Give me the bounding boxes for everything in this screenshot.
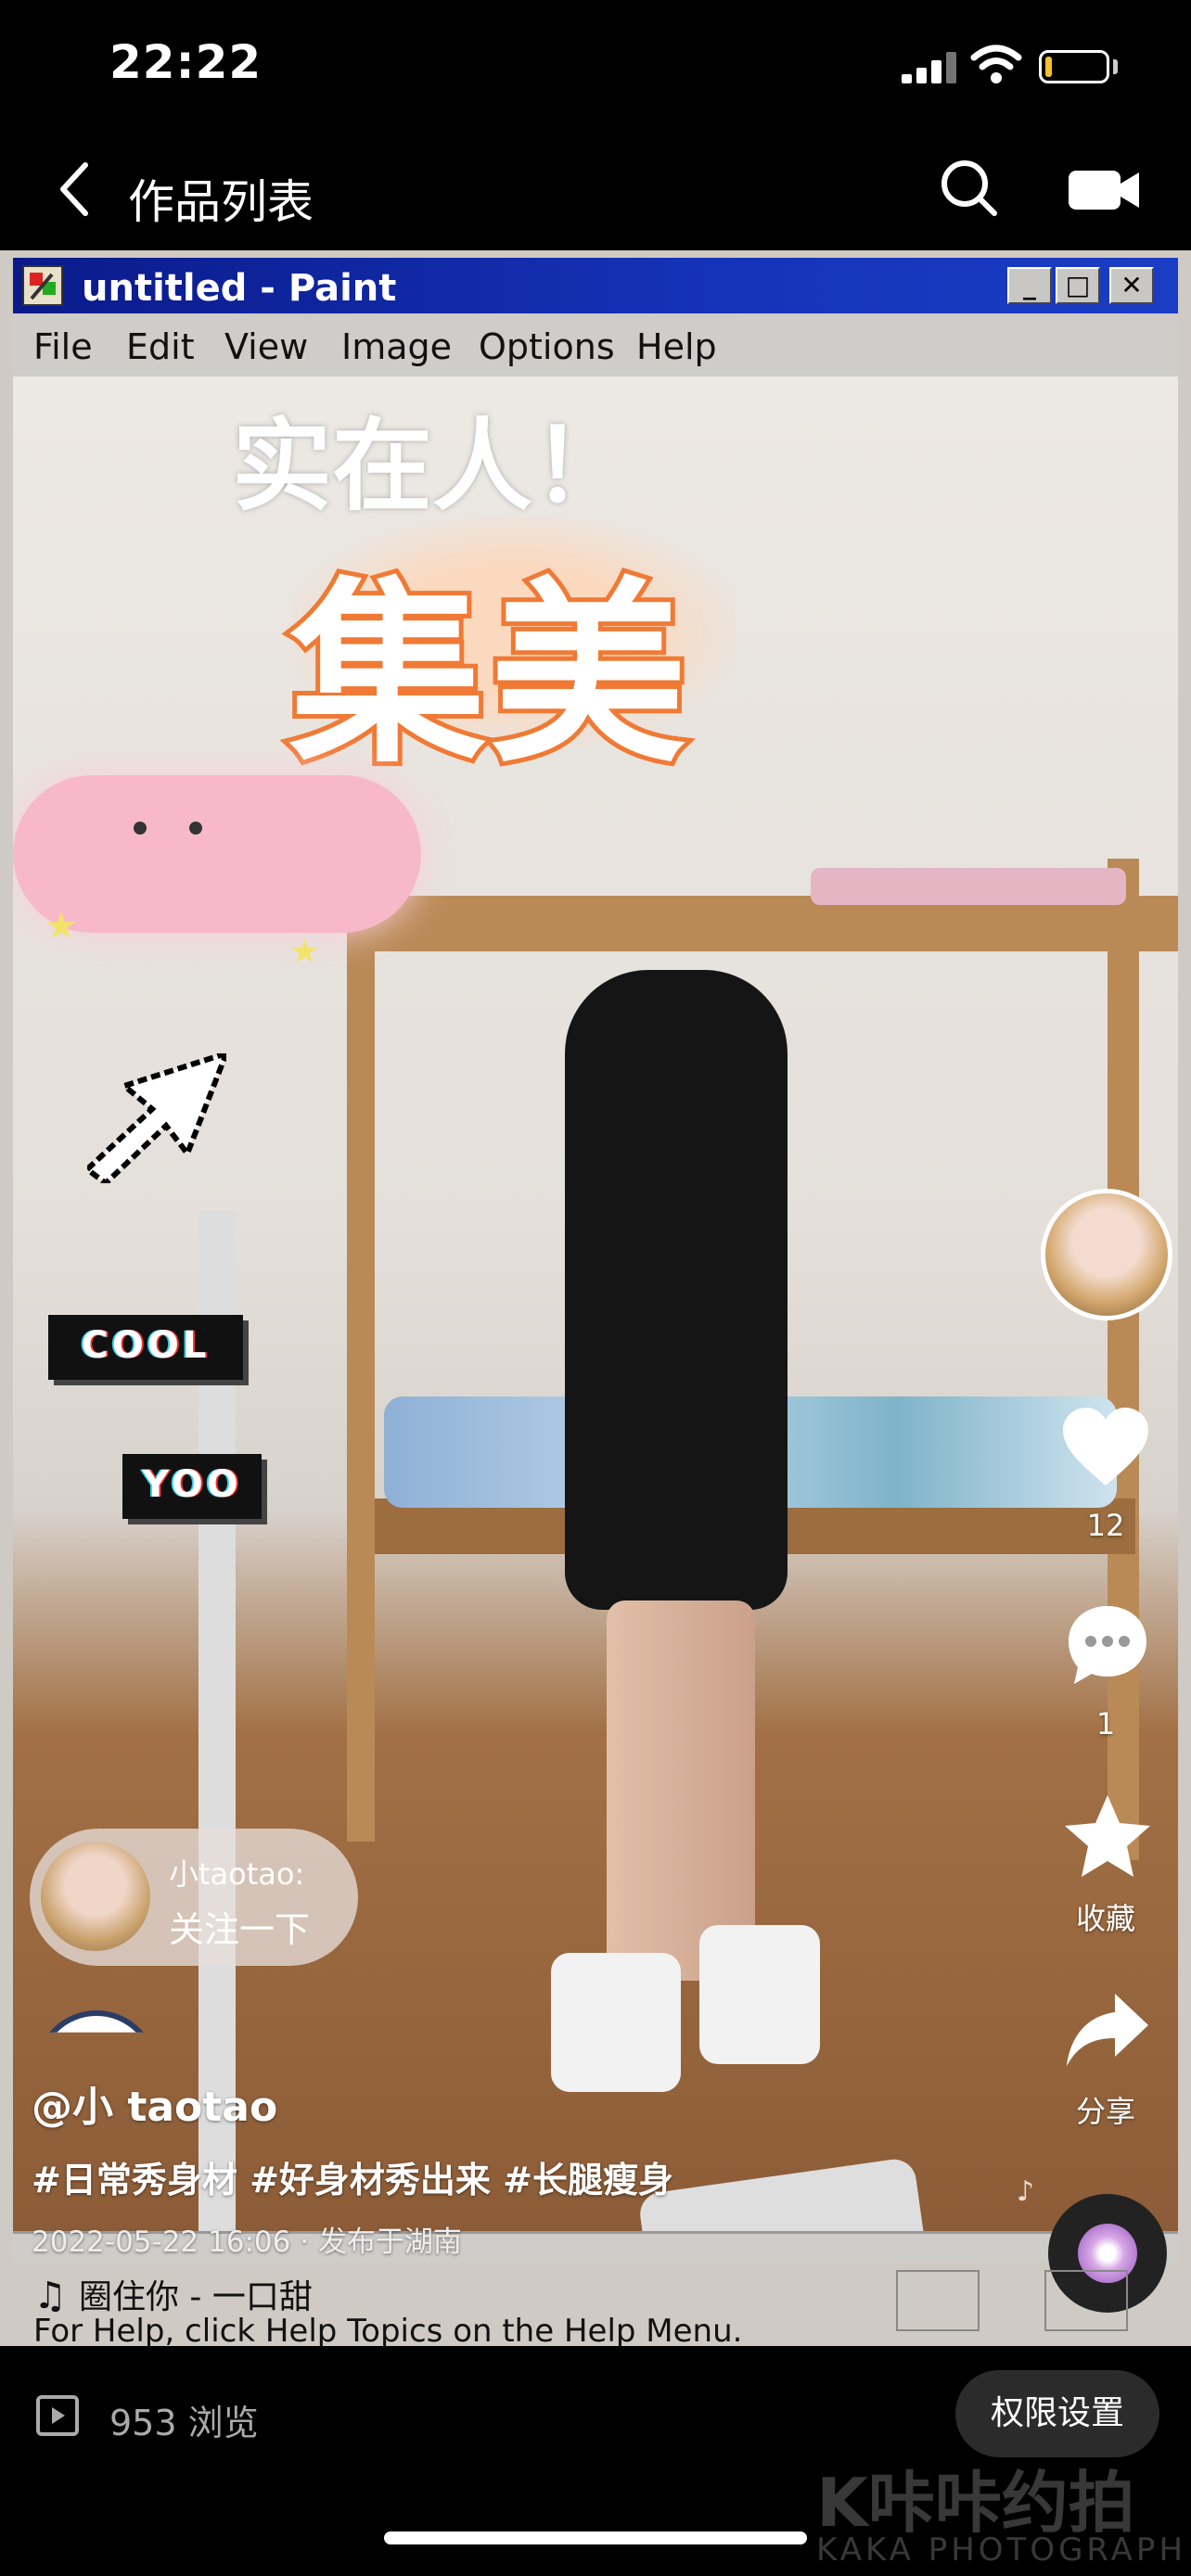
menu-view: View (224, 326, 309, 367)
video-player[interactable]: untitled - Paint _ □ ✕ File Edit View Im… (0, 250, 1191, 2346)
search-icon (941, 160, 997, 216)
paint-status-panel (896, 2270, 980, 2331)
cursor-arrow-sticker (83, 1049, 232, 1187)
comment-text: 关注一下 (169, 1909, 311, 1950)
cool-sticker: COOL (48, 1315, 243, 1380)
paint-title-bar: untitled - Paint _ □ ✕ (13, 258, 1178, 313)
minimize-icon: _ (1007, 267, 1052, 304)
camera-button[interactable] (1069, 167, 1139, 217)
cool-sticker-text: COOL (81, 1324, 211, 1367)
comment-bubble[interactable]: 小taotao: 关注一下 (30, 1829, 358, 1966)
camera-icon (1069, 171, 1139, 210)
menu-file: File (33, 326, 93, 367)
close-icon: ✕ (1109, 267, 1154, 304)
star-sticker: ★ (289, 933, 320, 971)
comment-count: 1 (1095, 1706, 1116, 1741)
menu-image: Image (341, 326, 453, 367)
battery-icon (1039, 50, 1109, 83)
watermark-subtext: KAKA PHOTOGRAPH (816, 2531, 1187, 2569)
music-note-icon: ♪ (1017, 2175, 1035, 2208)
star-icon (1065, 1795, 1150, 1877)
paint-status-panel (1044, 2270, 1128, 2331)
video-scene: 实在人！ 集美 ★ ★ COOL YOO 小taotao: 关注一下 (13, 376, 1178, 2263)
person-figure (565, 970, 788, 1610)
favorite-button[interactable] (1063, 1793, 1152, 1882)
paint-app-icon (22, 265, 63, 306)
post-hashtags[interactable]: #日常秀身材 #好身材秀出来 #长腿瘦身 (32, 2151, 673, 2202)
paint-status-hint: For Help, click Help Topics on the Help … (33, 2313, 743, 2346)
back-button[interactable] (56, 159, 102, 221)
comment-username: 小taotao: (169, 1856, 305, 1892)
heart-icon (1063, 1408, 1148, 1486)
menu-help: Help (636, 326, 717, 367)
sticker-headline: 集美 (285, 555, 691, 794)
battery-tip (1113, 59, 1118, 74)
home-indicator[interactable] (384, 2531, 807, 2544)
yoo-sticker-text: YOO (142, 1463, 242, 1506)
platform-sandals (551, 1925, 829, 2101)
music-title: 圈住你 - 一口甜 (78, 2278, 313, 2316)
comment-button[interactable] (1065, 1602, 1150, 1691)
views-count: 953 浏览 (109, 2403, 259, 2443)
maximize-icon: □ (1056, 267, 1100, 304)
permission-settings-button[interactable]: 权限设置 (955, 2370, 1159, 2457)
music-info[interactable]: ♫ 圈住你 - 一口甜 (33, 2270, 313, 2318)
music-icon: ♫ (33, 2275, 67, 2317)
like-count: 12 (1086, 1508, 1125, 1543)
author-avatar-button[interactable] (1041, 1189, 1172, 1320)
like-button[interactable] (1061, 1408, 1150, 1491)
share-button[interactable] (1065, 1992, 1150, 2073)
post-timestamp: 2022-05-22 16:06 (32, 2225, 291, 2259)
meta-separator: · (300, 2225, 318, 2259)
search-button[interactable] (939, 158, 1000, 223)
person-legs (607, 1600, 755, 1981)
nav-title: 作品列表 (128, 175, 314, 229)
wifi-icon (970, 45, 1022, 89)
menu-edit: Edit (126, 326, 195, 367)
post-publish-meta: 2022-05-22 16:06 · 发布于湖南 (32, 2218, 462, 2260)
yoo-sticker: YOO (122, 1454, 262, 1519)
back-chevron-icon (60, 162, 88, 216)
views-info (35, 2394, 80, 2441)
commenter-avatar (41, 1842, 150, 1951)
play-box-icon (36, 2395, 79, 2436)
share-label: 分享 (1075, 2094, 1135, 2129)
paint-menu-bar: File Edit View Image Options Help (13, 315, 1178, 376)
cellular-signal-icon (902, 52, 959, 83)
favorite-label: 收藏 (1075, 1901, 1135, 1936)
comment-icon (1069, 1606, 1146, 1684)
star-sticker: ★ (45, 905, 78, 948)
paint-window-title: untitled - Paint (82, 267, 397, 310)
sticker-top-phrase: 实在人！ (232, 409, 634, 525)
share-arrow-icon (1067, 1994, 1148, 2066)
menu-options: Options (479, 326, 615, 367)
post-author[interactable]: @小 taotao (32, 2073, 277, 2133)
status-time: 22:22 (109, 35, 263, 89)
post-location: 发布于湖南 (317, 2225, 462, 2259)
